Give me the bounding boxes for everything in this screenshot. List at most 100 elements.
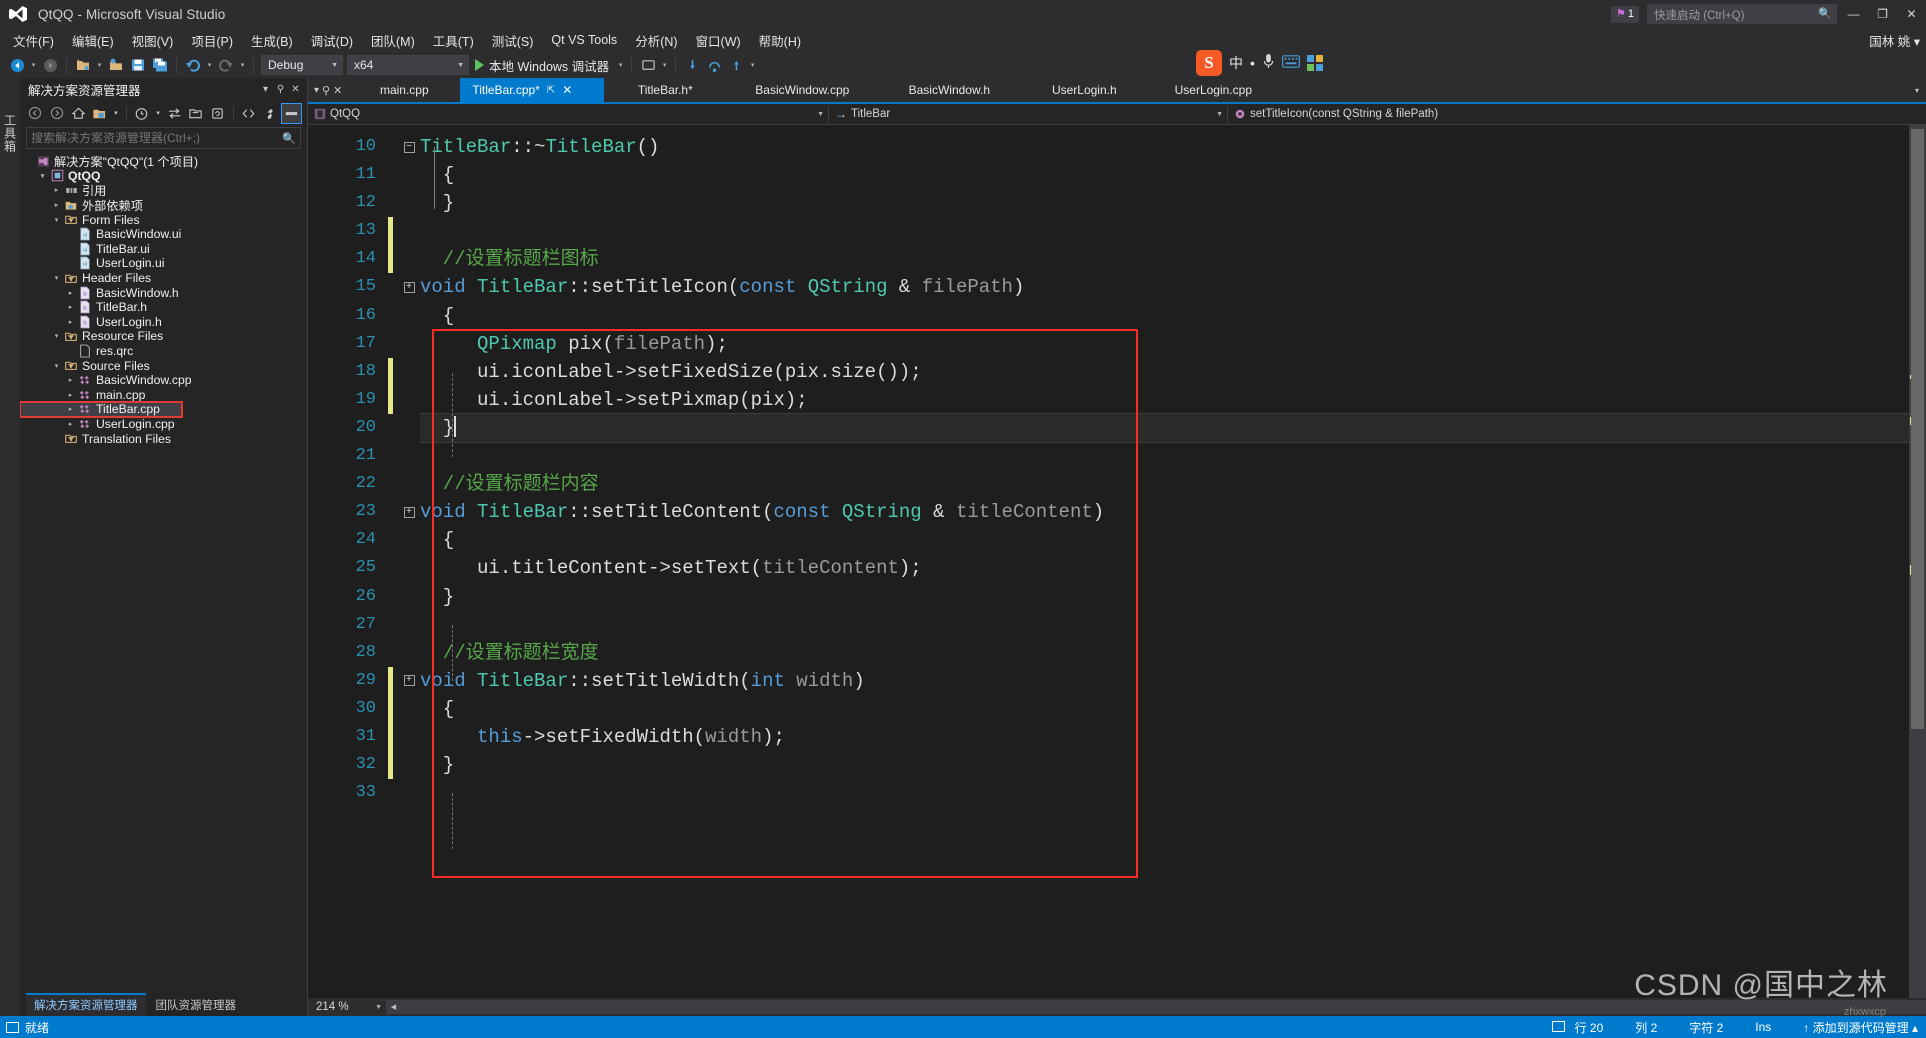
minimize-button[interactable]: — <box>1839 0 1868 28</box>
menu-view[interactable]: 视图(V) <box>123 28 183 53</box>
keyboard-icon[interactable] <box>1281 55 1300 71</box>
tree-item[interactable]: ui UserLogin.ui <box>20 256 307 271</box>
open-file-icon[interactable] <box>105 54 127 76</box>
code-line[interactable]: } <box>420 751 1909 779</box>
navbar-project-select[interactable]: QtQQ ▼ <box>308 105 828 124</box>
outlining-cell[interactable]: + <box>398 273 420 301</box>
navigate-backward-icon[interactable] <box>6 54 28 76</box>
tab-pin-icon[interactable]: ⚲ <box>322 84 330 97</box>
tree-item[interactable]: ▾ Source Files <box>20 358 307 373</box>
tree-item[interactable]: ▸ h TitleBar.h <box>20 300 307 315</box>
tree-item[interactable]: ▸ h BasicWindow.h <box>20 285 307 300</box>
status-add-to-source-control[interactable]: ↑ 添加到源代码管理 ▴ <box>1787 1019 1926 1036</box>
pending-clock-dropdown-icon[interactable]: ▾ <box>153 103 163 124</box>
code-line[interactable]: void TitleBar::setTitleWidth(int width) <box>420 667 1909 695</box>
editor-tab[interactable]: main.cpp <box>348 78 460 102</box>
tree-item[interactable]: Translation Files <box>20 431 307 446</box>
code-line[interactable]: ui.titleContent->setText(titleContent); <box>420 554 1909 582</box>
code-line[interactable]: void TitleBar::setTitleContent(const QSt… <box>420 498 1909 526</box>
save-icon[interactable] <box>127 54 149 76</box>
expand-arrow-icon[interactable]: ▾ <box>36 172 49 180</box>
navbar-member-select[interactable]: setTitleIcon(const QString & filePath) <box>1228 105 1926 124</box>
code-line[interactable]: } <box>420 189 1909 217</box>
pending-clock-icon[interactable] <box>132 103 153 124</box>
mic-icon[interactable] <box>1262 53 1275 73</box>
code-line[interactable]: } <box>420 412 1909 444</box>
collapse-arrow-icon[interactable]: ▸ <box>64 289 77 297</box>
menu-analyze[interactable]: 分析(N) <box>626 28 686 53</box>
expand-arrow-icon[interactable]: ▾ <box>50 332 63 340</box>
forward-icon[interactable] <box>47 103 68 124</box>
new-project-dropdown-icon[interactable]: ▾ <box>94 54 105 76</box>
step-dropdown-icon[interactable]: ▾ <box>747 54 758 76</box>
collapse-arrow-icon[interactable]: ▸ <box>64 391 77 399</box>
account-area[interactable]: 国林 姚 ▾ <box>1869 28 1920 52</box>
code-line[interactable]: TitleBar::~TitleBar() <box>420 133 1909 161</box>
outlining-cell[interactable]: − <box>398 133 420 161</box>
collapse-arrow-icon[interactable]: ▸ <box>64 405 77 413</box>
home-icon[interactable] <box>68 103 89 124</box>
pending-changes-dropdown-icon[interactable]: ▾ <box>111 103 121 124</box>
refresh-icon[interactable] <box>207 103 228 124</box>
maximize-button[interactable]: ❐ <box>1868 0 1897 28</box>
back-icon[interactable] <box>25 103 46 124</box>
save-all-icon[interactable] <box>149 54 171 76</box>
undo-icon[interactable] <box>182 54 204 76</box>
expand-block-icon[interactable]: + <box>403 506 415 518</box>
panel-menu-icon[interactable]: ▾ <box>258 81 273 97</box>
code-line[interactable] <box>420 442 1909 470</box>
expand-arrow-icon[interactable]: ▾ <box>50 274 63 282</box>
start-debugging-dropdown-icon[interactable]: ▾ <box>615 54 626 76</box>
solution-platform-select[interactable]: x64 ▼ <box>347 55 469 75</box>
solution-tree[interactable]: 解决方案"QtQQ"(1 个项目) ▾ QtQQ ▸ 引用 ▸ 外部依赖项 ▾ Form Fil… <box>20 152 307 994</box>
code-editor[interactable]: 10 11 12 13 14 15 16 17 18 19 20 21 22 23 24 25 26 27 28 29… <box>308 125 1926 998</box>
code-line[interactable]: { <box>420 302 1909 330</box>
step-into-icon[interactable] <box>681 54 703 76</box>
outlining-cell[interactable]: + <box>398 498 420 526</box>
code-line[interactable]: //设置标题栏图标 <box>420 245 1909 273</box>
editor-tab[interactable]: TitleBar.h* <box>604 78 726 102</box>
tab-pin-icon-active[interactable]: ⇱ <box>547 85 555 96</box>
tree-item[interactable]: 解决方案"QtQQ"(1 个项目) <box>20 154 307 169</box>
navigate-backward-dropdown-icon[interactable]: ▾ <box>28 54 39 76</box>
tab-team-explorer[interactable]: 团队资源管理器 <box>147 993 244 1016</box>
menu-edit[interactable]: 编辑(E) <box>63 28 123 53</box>
apps-icon[interactable] <box>1306 55 1323 71</box>
vertical-scrollbar[interactable] <box>1909 125 1926 998</box>
collapse-block-icon[interactable]: − <box>403 141 415 153</box>
redo-icon[interactable] <box>215 54 237 76</box>
step-out-icon[interactable] <box>725 54 747 76</box>
collapse-arrow-icon[interactable]: ▸ <box>64 303 77 311</box>
view-code-icon[interactable] <box>238 103 259 124</box>
zoom-level-select[interactable]: 214 % ▼ <box>308 1001 386 1013</box>
menu-file[interactable]: 文件(F) <box>4 28 63 53</box>
editor-tab[interactable]: TitleBar.cpp* ⇱ ✕ <box>460 78 605 102</box>
code-line[interactable]: } <box>420 583 1909 611</box>
tab-list-dropdown-icon[interactable]: ▾ <box>314 85 319 96</box>
tree-item[interactable]: res.qrc <box>20 344 307 359</box>
editor-tab[interactable]: BasicWindow.cpp <box>726 78 878 102</box>
close-button[interactable]: ✕ <box>1897 0 1926 28</box>
attach-icon[interactable] <box>637 54 659 76</box>
tree-item[interactable]: ▸ h UserLogin.h <box>20 315 307 330</box>
collapse-arrow-icon[interactable]: ▸ <box>50 186 63 194</box>
collapse-arrow-icon[interactable]: ▸ <box>64 376 77 384</box>
navbar-type-select[interactable]: → TitleBar ▼ <box>829 105 1227 124</box>
toolbox-tab-label[interactable]: 工具箱 <box>2 114 19 153</box>
tree-item[interactable]: ▾ QtQQ <box>20 169 307 184</box>
scrollbar-thumb[interactable] <box>1911 129 1924 729</box>
tree-item[interactable]: ▸ main.cpp <box>20 388 307 403</box>
ime-language-toggle[interactable]: 中 <box>1229 53 1243 73</box>
code-line[interactable]: QPixmap pix(filePath); <box>420 330 1909 358</box>
tab-solution-explorer[interactable]: 解决方案资源管理器 <box>26 993 146 1016</box>
preview-selected-items-icon[interactable] <box>281 102 303 124</box>
expand-arrow-icon[interactable]: ▾ <box>50 362 63 370</box>
start-debugging-button[interactable]: 本地 Windows 调试器 <box>469 54 615 76</box>
panel-close-icon[interactable]: ✕ <box>288 81 303 97</box>
tree-item[interactable]: ▸ TitleBar.cpp <box>20 401 183 418</box>
code-line[interactable] <box>420 217 1909 245</box>
code-line[interactable] <box>420 779 1909 807</box>
editor-tab[interactable]: UserLogin.h <box>1020 78 1148 102</box>
pending-changes-icon[interactable] <box>90 103 111 124</box>
outlining-margin[interactable]: − + + + <box>398 125 420 998</box>
